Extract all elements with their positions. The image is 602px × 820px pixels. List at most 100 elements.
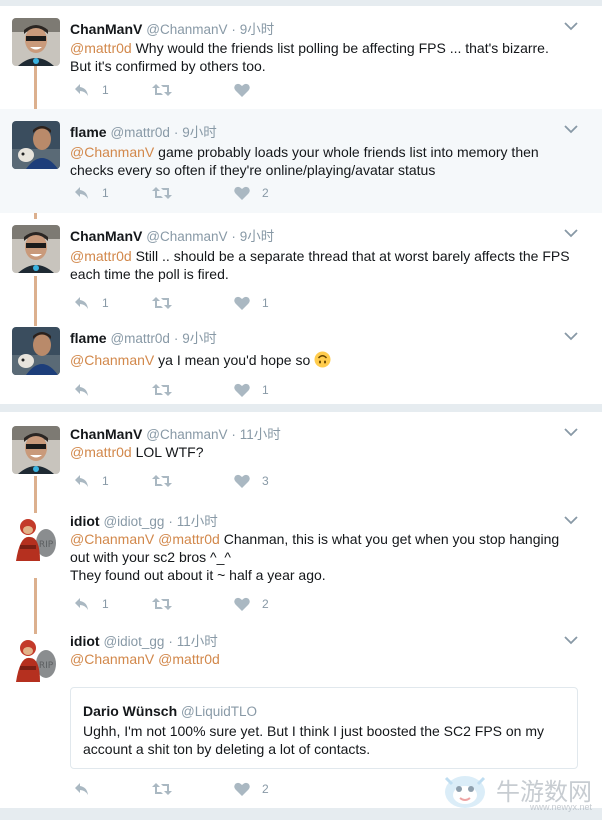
timestamp[interactable]: 9小时: [182, 331, 217, 346]
username[interactable]: @mattr0d: [110, 331, 169, 346]
timestamp[interactable]: 11小时: [177, 514, 218, 529]
mention-link[interactable]: @ChanmanV: [70, 352, 154, 368]
avatar-chanmanv[interactable]: [12, 426, 60, 474]
tweet[interactable]: ChanManV @ChanmanV · 11小时 @mattr0d LOL W…: [0, 412, 602, 500]
like-action[interactable]: 2: [234, 184, 269, 202]
text-line: @ChanmanV @mattr0d: [70, 650, 570, 668]
reply-action[interactable]: 1: [74, 595, 109, 613]
separator-dot: ·: [173, 331, 179, 346]
like-count: 2: [262, 597, 269, 611]
reply-count: 1: [102, 83, 109, 97]
mascot-logo-icon: [444, 776, 486, 808]
tweet-header: idiot @idiot_gg · 11小时: [70, 632, 218, 651]
text-segment: LOL WTF?: [131, 444, 204, 460]
display-name[interactable]: ChanManV: [70, 426, 142, 442]
username[interactable]: @idiot_gg: [103, 514, 164, 529]
avatar-flame[interactable]: [12, 121, 60, 169]
chevron-down-icon[interactable]: [564, 331, 578, 341]
retweet-action[interactable]: [152, 294, 184, 312]
quoted-tweet[interactable]: Dario Wünsch @LiquidTLO Ughh, I'm not 10…: [70, 687, 578, 769]
reply-action[interactable]: 1: [74, 294, 109, 312]
like-count: 2: [262, 186, 269, 200]
like-action[interactable]: 1: [234, 381, 269, 399]
heart-icon: [234, 782, 250, 796]
mention-link[interactable]: @ChanmanV: [70, 651, 154, 667]
display-name[interactable]: ChanManV: [70, 21, 142, 37]
like-action[interactable]: [234, 81, 262, 99]
timeline: ChanManV @ChanmanV · 9小时 @mattr0d Why wo…: [0, 0, 602, 820]
like-action[interactable]: 3: [234, 472, 269, 490]
reply-action[interactable]: 1: [74, 472, 109, 490]
avatar-flame[interactable]: [12, 327, 60, 375]
chevron-down-icon[interactable]: [564, 21, 578, 31]
timestamp[interactable]: 11小时: [240, 427, 281, 442]
tweet[interactable]: RIP idiot @idiot_gg · 11小时 @ChanmanV @ma…: [0, 500, 602, 622]
tweet[interactable]: flame @mattr0d · 9小时 @ChanmanV ya I mean…: [0, 317, 602, 404]
retweet-action[interactable]: [152, 595, 184, 613]
svg-text:RIP: RIP: [39, 661, 54, 671]
like-count: 1: [262, 383, 269, 397]
like-action[interactable]: 1: [234, 294, 269, 312]
separator-dot: ·: [231, 22, 236, 37]
display-name[interactable]: idiot: [70, 513, 100, 529]
like-count: 2: [262, 782, 269, 796]
retweet-action[interactable]: [152, 184, 184, 202]
like-action[interactable]: 2: [234, 595, 269, 613]
timestamp[interactable]: 9小时: [240, 22, 275, 37]
display-name[interactable]: flame: [70, 330, 107, 346]
reply-count: 1: [102, 296, 109, 310]
mention-link[interactable]: @mattr0d: [158, 651, 220, 667]
reply-icon: [75, 84, 88, 96]
avatar-idiot[interactable]: RIP: [12, 634, 60, 682]
reply-action[interactable]: [74, 780, 102, 798]
chevron-down-icon[interactable]: [564, 515, 578, 525]
display-name[interactable]: flame: [70, 124, 107, 140]
username[interactable]: @ChanmanV: [146, 229, 227, 244]
avatar-chanmanv[interactable]: [12, 18, 60, 66]
display-name[interactable]: ChanManV: [70, 228, 142, 244]
text-line: But it's confirmed by others too.: [70, 57, 570, 75]
chevron-down-icon[interactable]: [564, 228, 578, 238]
chevron-down-icon[interactable]: [564, 124, 578, 134]
username[interactable]: @ChanmanV: [146, 22, 227, 37]
timestamp[interactable]: 9小时: [182, 125, 217, 140]
conversation-thread: ChanManV @ChanmanV · 11小时 @mattr0d LOL W…: [0, 412, 602, 808]
svg-text:RIP: RIP: [39, 540, 54, 550]
mention-link[interactable]: @mattr0d: [70, 40, 132, 56]
mention-link[interactable]: @ChanmanV: [70, 531, 154, 547]
retweet-action[interactable]: [152, 81, 184, 99]
username[interactable]: @ChanmanV: [146, 427, 227, 442]
reply-action[interactable]: 1: [74, 184, 109, 202]
username[interactable]: @idiot_gg: [103, 634, 164, 649]
tweet[interactable]: ChanManV @ChanmanV · 9小时 @mattr0d Still …: [0, 213, 602, 317]
username[interactable]: @mattr0d: [110, 125, 169, 140]
mention-link[interactable]: @mattr0d: [70, 444, 132, 460]
reply-action[interactable]: [74, 381, 102, 399]
tweet-text: @mattr0d Still .. should be a separate t…: [70, 247, 570, 283]
avatar-chanmanv[interactable]: [12, 225, 60, 273]
like-action[interactable]: 2: [234, 780, 269, 798]
timestamp[interactable]: 11小时: [177, 634, 218, 649]
tweet[interactable]: ChanManV @ChanmanV · 9小时 @mattr0d Why wo…: [0, 6, 602, 109]
reply-action[interactable]: 1: [74, 81, 109, 99]
heart-icon: [234, 383, 250, 397]
text-segment: checks every so often if they're online/…: [70, 162, 436, 178]
chevron-down-icon[interactable]: [564, 427, 578, 437]
text-line: checks every so often if they're online/…: [70, 161, 570, 179]
mention-link[interactable]: @ChanmanV: [70, 144, 154, 160]
reply-icon: [75, 783, 88, 795]
tweet-text: @ChanmanV @mattr0d: [70, 650, 570, 668]
heart-icon: [234, 186, 250, 200]
retweet-action[interactable]: [152, 381, 184, 399]
mention-link[interactable]: @mattr0d: [158, 531, 220, 547]
display-name[interactable]: idiot: [70, 633, 100, 649]
mention-link[interactable]: @mattr0d: [70, 248, 132, 264]
tweet[interactable]: flame @mattr0d · 9小时 @ChanmanV game prob…: [0, 109, 602, 213]
chevron-down-icon[interactable]: [564, 635, 578, 645]
timestamp[interactable]: 9小时: [240, 229, 275, 244]
retweet-action[interactable]: [152, 780, 184, 798]
text-segment: Still .. should be a separate thread tha…: [131, 248, 570, 264]
quote-header: Dario Wünsch @LiquidTLO: [83, 702, 257, 721]
avatar-idiot[interactable]: RIP: [12, 513, 60, 561]
retweet-action[interactable]: [152, 472, 184, 490]
